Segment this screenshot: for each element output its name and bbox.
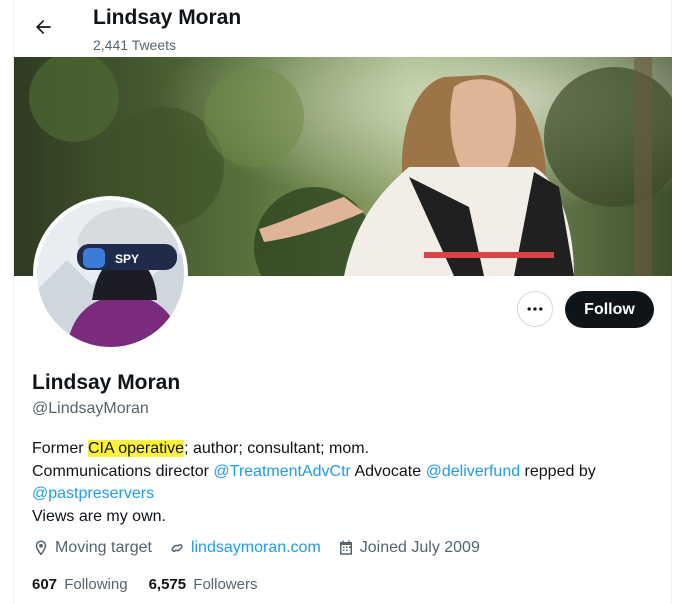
mention-link-deliverfund[interactable]: @deliverfund xyxy=(426,463,521,480)
followers-count: 6,575 xyxy=(148,576,187,593)
mention-link-treatmentadvctr[interactable]: @TreatmentAdvCtr xyxy=(213,463,350,480)
avatar-frame: SPY xyxy=(33,196,188,351)
location: Moving target xyxy=(32,539,152,557)
mention-link-pastpreservers[interactable]: @pastpreservers xyxy=(32,485,154,502)
svg-text:SPY: SPY xyxy=(115,252,139,266)
website-link[interactable]: lindsaymoran.com xyxy=(191,539,321,557)
bio-text: Views are my own. xyxy=(32,507,166,525)
joined-date: Joined July 2009 xyxy=(337,539,480,557)
arrow-left-icon xyxy=(36,19,51,35)
bio-highlight: CIA operative xyxy=(88,440,185,457)
follow-stats: 607 Following 6,575 Followers xyxy=(32,576,278,593)
following-link[interactable]: 607 Following xyxy=(32,576,128,593)
bio-text: Communications director xyxy=(32,462,214,480)
more-options-button[interactable] xyxy=(517,291,553,327)
link-icon xyxy=(171,543,183,553)
location-text: Moving target xyxy=(55,539,152,556)
back-button[interactable] xyxy=(27,11,59,43)
following-label: Following xyxy=(64,576,128,593)
joined-text: Joined July 2009 xyxy=(359,539,480,556)
calendar-icon xyxy=(339,540,352,555)
profile-bio: Former CIA operative; author; consultant… xyxy=(32,438,652,528)
following-count: 607 xyxy=(32,576,58,593)
profile-name: Lindsay Moran xyxy=(32,371,181,394)
tweet-count: 2,441 Tweets xyxy=(93,37,177,53)
more-dots-icon xyxy=(527,307,543,311)
profile-header-bar: Lindsay Moran 2,441 Tweets xyxy=(14,0,672,57)
header-name: Lindsay Moran xyxy=(93,6,242,29)
bio-text: Advocate xyxy=(350,462,426,480)
profile-handle: @LindsayMoran xyxy=(32,400,149,417)
follow-button[interactable]: Follow xyxy=(565,291,654,328)
bio-text: ; author; consultant; mom. xyxy=(184,440,370,457)
website[interactable]: lindsaymoran.com xyxy=(168,539,321,557)
bio-text: Former xyxy=(32,440,88,457)
profile-meta: Moving target lindsaymoran.com Joined Ju… xyxy=(32,539,496,557)
avatar[interactable]: SPY xyxy=(37,200,184,347)
followers-link[interactable]: 6,575 Followers xyxy=(149,576,258,593)
followers-label: Followers xyxy=(193,576,258,593)
bio-text: repped by xyxy=(520,462,596,480)
location-pin-icon xyxy=(35,540,47,556)
